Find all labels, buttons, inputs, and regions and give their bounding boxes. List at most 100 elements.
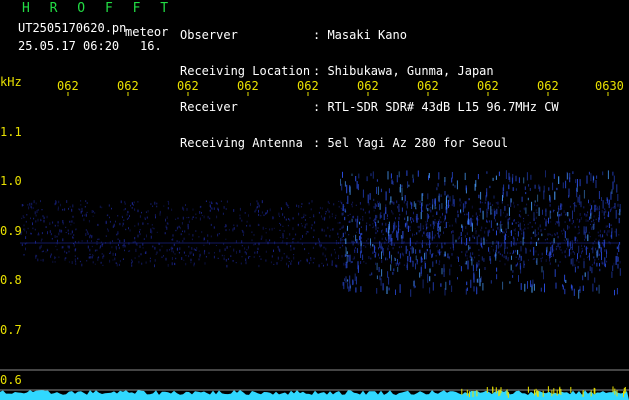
noise-pixel — [293, 238, 295, 240]
echo-streak — [426, 213, 428, 222]
echo-streak — [346, 184, 348, 194]
echo-streak — [486, 171, 488, 174]
echo-streak — [496, 208, 498, 214]
baseline-spike — [468, 391, 470, 398]
noise-pixel — [28, 206, 30, 210]
echo-streak — [588, 199, 589, 204]
noise-pixel — [150, 235, 152, 239]
echo-streak — [435, 259, 437, 264]
noise-pixel — [273, 227, 275, 229]
noise-pixel — [523, 220, 525, 222]
noise-pixel — [567, 254, 569, 257]
noise-pixel — [555, 223, 557, 225]
noise-pixel — [45, 251, 47, 253]
noise-pixel — [617, 203, 619, 207]
noise-pixel — [258, 209, 259, 213]
noise-pixel — [286, 203, 288, 207]
noise-pixel — [341, 226, 343, 229]
noise-pixel — [265, 212, 267, 215]
noise-pixel — [271, 227, 273, 231]
noise-pixel — [564, 240, 566, 242]
noise-pixel — [607, 230, 609, 233]
noise-pixel — [578, 261, 580, 263]
noise-pixel — [281, 256, 283, 260]
echo-streak — [398, 220, 400, 230]
noise-pixel — [166, 216, 168, 220]
noise-pixel — [25, 220, 27, 223]
echo-streak — [496, 267, 498, 272]
noise-pixel — [402, 253, 404, 257]
noise-pixel — [87, 232, 89, 235]
noise-pixel — [440, 250, 442, 253]
noise-pixel — [373, 219, 375, 222]
noise-pixel — [377, 230, 379, 233]
echo-streak — [583, 190, 585, 199]
echo-streak — [614, 289, 615, 296]
echo-streak — [408, 251, 410, 257]
noise-pixel — [288, 264, 289, 268]
echo-streak — [555, 282, 557, 289]
echo-streak — [531, 285, 533, 293]
echo-streak — [534, 184, 536, 189]
noise-pixel — [21, 243, 23, 247]
noise-pixel — [138, 255, 140, 258]
noise-pixel — [144, 216, 146, 220]
echo-streak — [367, 194, 369, 204]
noise-pixel — [248, 245, 249, 248]
noise-pixel — [257, 247, 259, 251]
echo-streak — [542, 209, 543, 215]
noise-pixel — [152, 245, 154, 248]
noise-pixel — [68, 250, 70, 253]
noise-pixel — [610, 224, 612, 226]
noise-pixel — [139, 233, 141, 236]
noise-pixel — [507, 236, 509, 238]
echo-streak — [530, 280, 532, 288]
noise-pixel — [587, 247, 589, 250]
echo-streak — [441, 242, 443, 249]
noise-pixel — [97, 259, 99, 261]
noise-pixel — [119, 260, 121, 263]
noise-pixel — [379, 201, 380, 204]
noise-pixel — [241, 229, 243, 231]
baseline-spike — [570, 386, 572, 393]
noise-pixel — [146, 216, 148, 219]
noise-pixel — [395, 225, 397, 228]
noise-pixel — [313, 214, 315, 216]
echo-streak — [374, 203, 376, 209]
echo-streak — [412, 260, 414, 267]
noise-pixel — [123, 209, 125, 211]
echo-streak — [477, 174, 479, 180]
noise-pixel — [392, 247, 394, 250]
noise-pixel — [568, 226, 570, 229]
noise-pixel — [319, 206, 321, 209]
echo-streak — [379, 275, 381, 281]
noise-pixel — [346, 202, 348, 204]
echo-streak — [415, 255, 417, 261]
noise-pixel — [305, 232, 307, 235]
echo-streak — [515, 188, 517, 191]
noise-pixel — [223, 255, 225, 257]
noise-pixel — [485, 227, 487, 229]
noise-pixel — [92, 254, 94, 257]
echo-streak — [440, 194, 442, 197]
noise-pixel — [563, 239, 565, 241]
echo-streak — [523, 177, 525, 184]
echo-streak — [365, 225, 367, 231]
noise-pixel — [521, 229, 523, 232]
noise-pixel — [249, 224, 251, 227]
echo-streak — [472, 264, 474, 272]
echo-streak — [369, 273, 371, 276]
noise-pixel — [171, 262, 173, 266]
noise-pixel — [608, 229, 610, 233]
noise-pixel — [91, 240, 92, 242]
echo-streak — [508, 207, 510, 216]
echo-streak — [617, 256, 619, 262]
noise-pixel — [207, 234, 209, 237]
echo-streak — [568, 248, 570, 257]
echo-streak — [497, 242, 499, 249]
noise-pixel — [412, 233, 413, 237]
noise-pixel — [141, 211, 142, 214]
noise-pixel — [360, 207, 362, 210]
noise-pixel — [225, 238, 227, 240]
noise-pixel — [149, 257, 151, 259]
